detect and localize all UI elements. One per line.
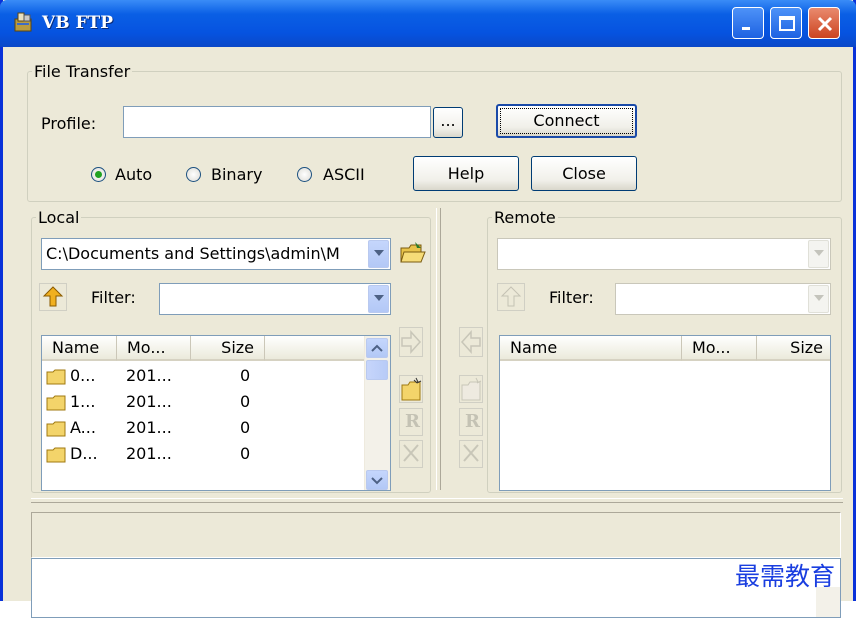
local-col-size[interactable]: Size bbox=[191, 336, 265, 361]
file-modified: 201... bbox=[126, 366, 172, 385]
connect-button[interactable]: Connect bbox=[496, 104, 637, 138]
mode-auto-label: Auto bbox=[115, 165, 153, 184]
remote-delete-button[interactable] bbox=[459, 440, 483, 468]
close-window-button[interactable] bbox=[808, 7, 840, 39]
remote-filter-dropdown-button[interactable] bbox=[808, 285, 829, 313]
left-arrow-icon bbox=[460, 330, 481, 354]
mode-auto-radio[interactable] bbox=[91, 167, 106, 182]
profile-input[interactable] bbox=[123, 106, 431, 138]
title-bar[interactable]: VB FTP bbox=[0, 0, 856, 47]
new-folder-icon bbox=[461, 377, 482, 401]
local-file-list[interactable]: Name Mo... Size 0... 201... 0 1... 201..… bbox=[41, 335, 391, 491]
file-size: 0 bbox=[240, 366, 251, 385]
download-button[interactable] bbox=[459, 327, 483, 357]
local-list-scrollbar[interactable] bbox=[364, 336, 390, 490]
folder-icon bbox=[46, 421, 66, 437]
mode-binary-radio[interactable] bbox=[186, 167, 201, 182]
new-folder-icon bbox=[401, 377, 422, 401]
new-folder-button[interactable] bbox=[399, 375, 423, 403]
local-col-name[interactable]: Name bbox=[42, 336, 117, 361]
file-name: 0... bbox=[70, 366, 96, 385]
file-name: A... bbox=[70, 418, 96, 437]
scroll-down-icon[interactable] bbox=[366, 470, 388, 490]
rename-icon: R bbox=[465, 411, 480, 432]
file-modified: 201... bbox=[126, 392, 172, 411]
remote-col-modified[interactable]: Mo... bbox=[682, 336, 757, 361]
delete-icon bbox=[403, 444, 419, 462]
browse-profile-button[interactable]: ... bbox=[433, 107, 463, 138]
mode-ascii-label: ASCII bbox=[323, 165, 365, 184]
remote-col-name[interactable]: Name bbox=[500, 336, 682, 361]
upload-button[interactable] bbox=[399, 327, 423, 357]
file-name: 1... bbox=[70, 392, 96, 411]
local-filter-label: Filter: bbox=[91, 288, 136, 307]
status-bar bbox=[31, 512, 841, 558]
panel-splitter[interactable] bbox=[436, 208, 441, 490]
up-arrow-icon bbox=[500, 286, 522, 307]
app-icon bbox=[14, 12, 32, 32]
list-item[interactable]: A... 201... 0 bbox=[42, 415, 362, 441]
folder-icon bbox=[46, 447, 66, 463]
folder-icon bbox=[46, 395, 66, 411]
close-icon bbox=[817, 16, 833, 32]
minimize-button[interactable] bbox=[732, 7, 764, 39]
minimize-icon bbox=[742, 27, 750, 30]
up-arrow-icon bbox=[42, 286, 64, 307]
mode-ascii-radio[interactable] bbox=[297, 167, 312, 182]
file-size: 0 bbox=[240, 392, 251, 411]
local-col-filler bbox=[265, 336, 365, 361]
profile-label: Profile: bbox=[41, 114, 97, 133]
remote-filter-label: Filter: bbox=[549, 288, 594, 307]
help-button[interactable]: Help bbox=[413, 156, 519, 191]
log-output[interactable] bbox=[31, 558, 841, 618]
file-size: 0 bbox=[240, 444, 251, 463]
window-title: VB FTP bbox=[42, 13, 113, 33]
file-modified: 201... bbox=[126, 418, 172, 437]
remote-path-combo[interactable] bbox=[497, 238, 831, 270]
remote-file-list[interactable]: Name Mo... Size bbox=[499, 335, 831, 491]
remote-rename-button[interactable]: R bbox=[459, 408, 483, 436]
rename-icon: R bbox=[405, 411, 420, 432]
remote-filter-combo[interactable] bbox=[615, 283, 831, 315]
local-path-dropdown-button[interactable] bbox=[368, 240, 389, 268]
file-size: 0 bbox=[240, 418, 251, 437]
local-path-combo[interactable]: C:\Documents and Settings\admin\M bbox=[41, 238, 391, 270]
list-item[interactable]: 0... 201... 0 bbox=[42, 363, 362, 389]
remote-parent-dir-button[interactable] bbox=[497, 283, 525, 311]
list-item[interactable]: D... 201... 0 bbox=[42, 441, 362, 467]
local-label: Local bbox=[38, 208, 80, 227]
maximize-button[interactable] bbox=[770, 7, 802, 39]
remote-new-folder-button[interactable] bbox=[459, 375, 483, 403]
rename-button[interactable]: R bbox=[399, 408, 423, 436]
delete-button[interactable] bbox=[399, 440, 423, 468]
local-filter-dropdown-button[interactable] bbox=[368, 285, 389, 313]
right-arrow-icon bbox=[401, 330, 422, 354]
horizontal-splitter[interactable] bbox=[31, 498, 843, 503]
remote-label: Remote bbox=[494, 208, 556, 227]
ftp-window: VB FTP File Transfer Profile: ... Connec… bbox=[0, 0, 856, 618]
open-folder-icon[interactable] bbox=[399, 240, 427, 266]
remote-col-size[interactable]: Size bbox=[757, 336, 830, 361]
local-path-value: C:\Documents and Settings\admin\M bbox=[46, 244, 340, 263]
folder-icon bbox=[46, 369, 66, 385]
list-item[interactable]: 1... 201... 0 bbox=[42, 389, 362, 415]
scroll-thumb[interactable] bbox=[366, 360, 388, 380]
watermark-text: 最需教育 bbox=[734, 562, 835, 591]
close-button[interactable]: Close bbox=[531, 156, 637, 191]
local-filter-combo[interactable] bbox=[159, 283, 391, 315]
delete-icon bbox=[463, 444, 479, 462]
file-transfer-label: File Transfer bbox=[34, 62, 131, 81]
remote-path-dropdown-button[interactable] bbox=[808, 240, 829, 268]
local-parent-dir-button[interactable] bbox=[39, 283, 67, 311]
local-col-modified[interactable]: Mo... bbox=[117, 336, 191, 361]
file-name: D... bbox=[70, 444, 98, 463]
scroll-up-icon[interactable] bbox=[366, 338, 388, 358]
mode-binary-label: Binary bbox=[211, 165, 263, 184]
maximize-icon bbox=[779, 16, 795, 31]
file-modified: 201... bbox=[126, 444, 172, 463]
